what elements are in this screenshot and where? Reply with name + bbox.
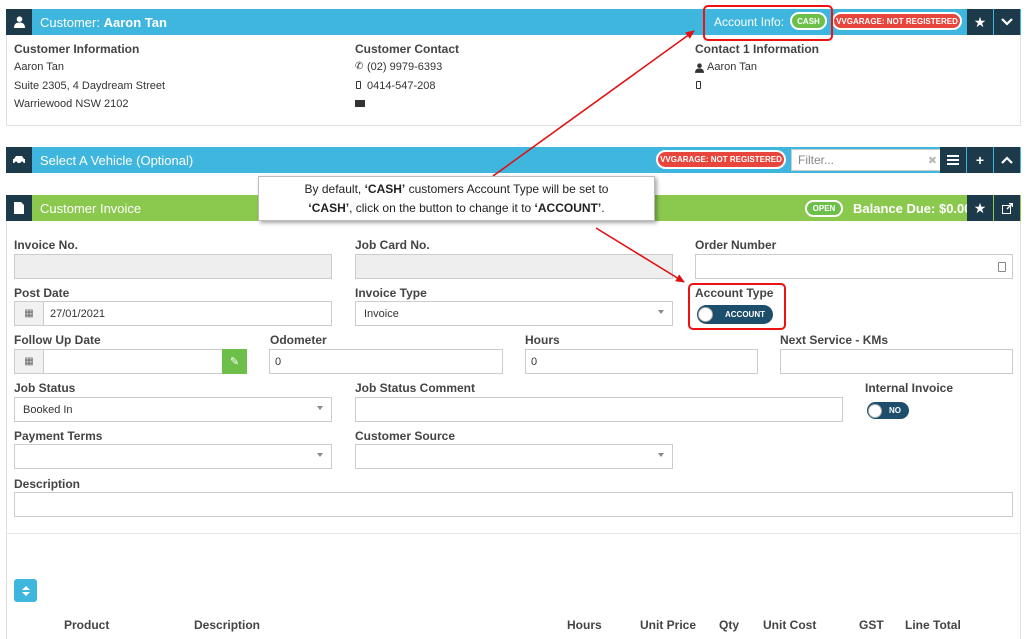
balance-due: Balance Due: $0.00 (853, 201, 972, 216)
th-hours: Hours (567, 618, 602, 632)
th-gst: GST (859, 618, 884, 632)
internal-invoice-knob (868, 403, 882, 418)
calculator-icon[interactable] (998, 261, 1006, 272)
th-unit-cost: Unit Cost (763, 618, 817, 632)
job-card-field (355, 254, 673, 279)
chevron-down-icon[interactable] (994, 9, 1020, 35)
job-status-comment-label: Job Status Comment (355, 381, 476, 395)
customer-source-label: Customer Source (355, 429, 456, 443)
odometer-label: Odometer (270, 333, 327, 347)
customer-address-line2: Warriewood NSW 2102 (14, 98, 129, 110)
invoice-type-value: Invoice (364, 307, 399, 320)
vehicle-vvgarage-badge[interactable]: VVGARAGE: NOT REGISTERED (656, 150, 786, 169)
open-status-badge: OPEN (805, 200, 843, 217)
description-label: Description (14, 477, 81, 491)
user-icon (6, 9, 32, 35)
odometer-value: 0 (275, 355, 282, 368)
phone-icon: ✆ (355, 61, 364, 72)
invoice-type-caret-icon (658, 310, 664, 314)
contact1-mobile-icon (696, 81, 701, 89)
th-product: Product (64, 618, 110, 632)
th-line-total: Line Total (905, 618, 961, 632)
account-info-highlight (703, 5, 833, 41)
vvgarage-badge[interactable]: VVGARAGE: NOT REGISTERED (832, 12, 962, 30)
vehicle-title: Select A Vehicle (Optional) (40, 152, 194, 168)
filter-placeholder: Filter... (798, 153, 835, 167)
vehicle-filter-input[interactable]: Filter... ✖ (791, 149, 944, 171)
customer-source-caret-icon (658, 453, 664, 457)
post-date-value: 27/01/2021 (50, 307, 106, 320)
section-divider (6, 533, 1021, 534)
vehicle-header-bar: Select A Vehicle (Optional) VVGARAGE: NO… (6, 147, 1021, 173)
customer-contact-heading: Customer Contact (355, 42, 460, 56)
job-status-comment-input[interactable] (355, 397, 843, 422)
post-date-input[interactable]: ▦ 27/01/2021 (14, 301, 332, 326)
job-status-select[interactable]: Booked In (14, 397, 332, 422)
th-unit-price: Unit Price (640, 618, 697, 632)
post-date-label: Post Date (14, 286, 70, 300)
invoice-type-label: Invoice Type (355, 286, 427, 300)
mobile-icon (356, 81, 361, 89)
customer-mobile[interactable]: 0414-547-208 (367, 80, 436, 92)
document-icon (6, 195, 32, 221)
annotation-line1: By default, ‘CASH’ customers Account Typ… (304, 182, 609, 196)
invoice-panel (6, 221, 1021, 639)
contact1-heading: Contact 1 Information (695, 42, 820, 56)
clear-filter-icon[interactable]: ✖ (928, 154, 937, 167)
chevron-up-icon[interactable] (994, 147, 1020, 173)
job-card-label: Job Card No. (355, 238, 430, 252)
th-qty: Qty (719, 618, 740, 632)
payment-terms-caret-icon (317, 453, 323, 457)
job-status-label: Job Status (14, 381, 76, 395)
hours-value: 0 (531, 355, 538, 368)
add-icon[interactable]: + (967, 147, 993, 173)
order-number-input[interactable] (695, 254, 1013, 279)
internal-invoice-toggle[interactable]: NO (867, 402, 909, 419)
description-input[interactable] (14, 492, 1013, 517)
invoice-title: Customer Invoice (40, 200, 142, 216)
internal-invoice-value: NO (889, 406, 901, 415)
list-icon[interactable] (940, 147, 966, 173)
hours-label: Hours (525, 333, 560, 347)
edit-follow-up-button[interactable]: ✎ (222, 349, 247, 374)
follow-up-calendar-icon[interactable]: ▦ (15, 350, 44, 373)
annotation-line2: ‘CASH’, click on the button to change it… (308, 201, 605, 215)
next-service-label: Next Service - KMs (780, 333, 889, 347)
email-icon[interactable] (355, 100, 365, 107)
next-service-input[interactable] (780, 349, 1013, 374)
odometer-input[interactable]: 0 (269, 349, 503, 374)
annotation-callout: By default, ‘CASH’ customers Account Typ… (258, 176, 655, 221)
job-status-value: Booked In (23, 403, 73, 416)
th-description: Description (194, 618, 261, 632)
external-link-icon[interactable] (994, 195, 1020, 221)
invoice-star-icon[interactable]: ★ (967, 195, 993, 221)
customer-source-select[interactable] (355, 444, 673, 469)
invoice-type-select[interactable]: Invoice (355, 301, 673, 326)
contact1-name: Aaron Tan (707, 61, 757, 73)
follow-up-date-input[interactable]: ▦ (14, 349, 247, 374)
sort-button[interactable] (14, 579, 37, 602)
job-status-caret-icon (317, 406, 323, 410)
car-icon (6, 147, 32, 173)
customer-name: Aaron Tan (14, 61, 64, 73)
customer-header-bar: Customer: Aaron Tan Account Info: CASH V… (6, 9, 1021, 35)
invoice-no-label: Invoice No. (14, 238, 79, 252)
contact-user-icon (695, 62, 704, 76)
star-icon[interactable]: ★ (967, 9, 993, 35)
internal-invoice-label: Internal Invoice (865, 381, 954, 395)
customer-title: Customer: Aaron Tan (40, 14, 167, 30)
follow-up-label: Follow Up Date (14, 333, 101, 347)
customer-info-heading: Customer Information (14, 42, 140, 56)
hours-input[interactable]: 0 (525, 349, 758, 374)
payment-terms-select[interactable] (14, 444, 332, 469)
customer-address-line1: Suite 2305, 4 Daydream Street (14, 80, 166, 92)
customer-phone[interactable]: (02) 9979-6393 (367, 61, 442, 73)
calendar-icon[interactable]: ▦ (15, 302, 44, 325)
order-number-label: Order Number (695, 238, 777, 252)
payment-terms-label: Payment Terms (14, 429, 103, 443)
invoice-no-field (14, 254, 332, 279)
account-type-highlight (688, 283, 786, 330)
